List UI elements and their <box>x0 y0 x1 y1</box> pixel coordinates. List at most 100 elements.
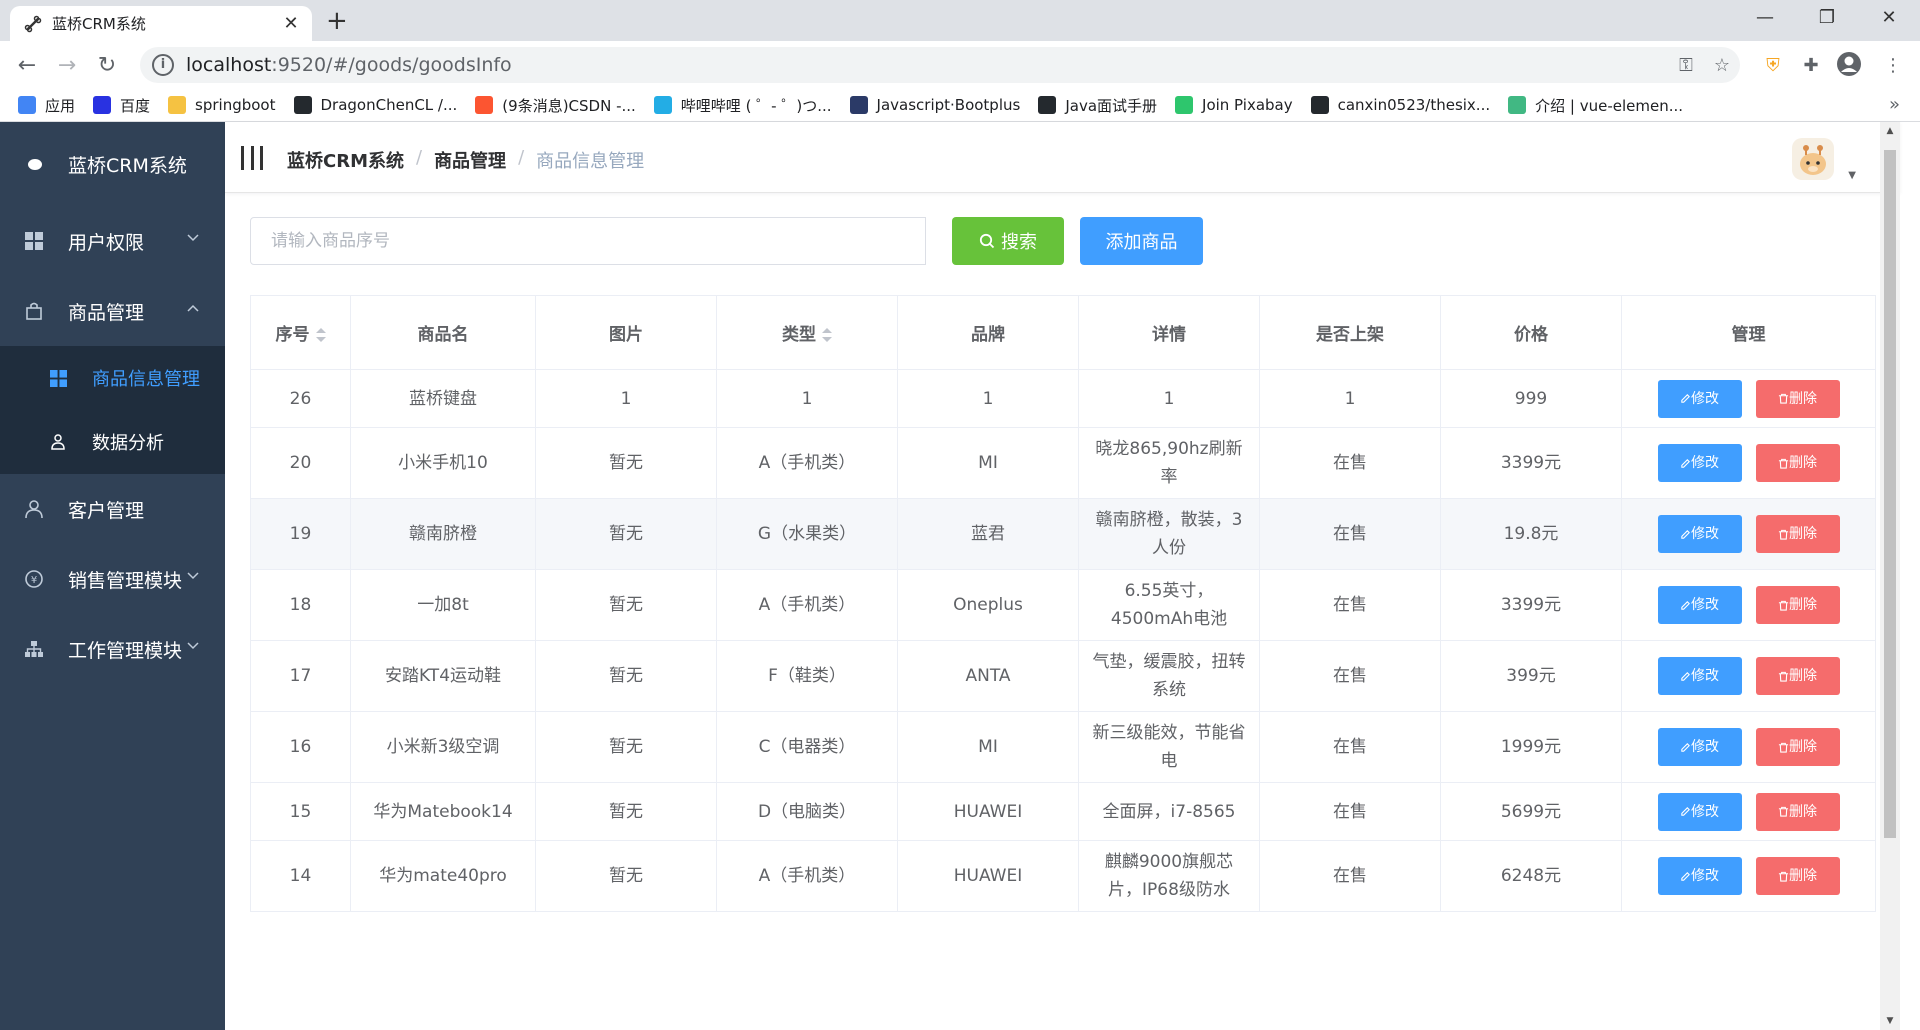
sidebar-item-work[interactable]: 工作管理模块 <box>0 614 225 684</box>
sidebar-logo[interactable]: 蓝桥CRM系统 <box>0 122 225 206</box>
bookmark-item[interactable]: 介绍 | vue-elemen... <box>1508 95 1683 116</box>
cell-detail: 晓龙865,90hz刷新率 <box>1078 427 1260 499</box>
edit-label: 修改 <box>1691 455 1719 471</box>
bookmark-item[interactable]: Join Pixabay <box>1175 96 1293 114</box>
cell-status: 在售 <box>1259 840 1441 912</box>
apps-grid-icon <box>18 96 36 114</box>
column-header-type[interactable]: 类型 <box>716 295 898 370</box>
window-controls: — ❐ ✕ <box>1734 0 1920 36</box>
delete-label: 删除 <box>1789 455 1817 471</box>
top-navbar: 蓝桥CRM系统 / 商品管理 / 商品信息管理 ▼ <box>225 122 1900 193</box>
address-bar[interactable]: i localhost:9520/#/goods/goodsInfo ⚿ ☆ <box>140 47 1740 83</box>
edit-button[interactable]: 修改 <box>1657 857 1742 895</box>
edit-button[interactable]: 修改 <box>1657 728 1742 766</box>
sort-icon[interactable] <box>315 328 326 342</box>
sidebar-item-customer[interactable]: 客户管理 <box>0 474 225 544</box>
scroll-down-icon[interactable]: ▼ <box>1880 1016 1900 1026</box>
pixabay-icon <box>1175 96 1194 114</box>
bookmark-item[interactable]: 百度 <box>93 95 150 116</box>
bookmark-item[interactable]: (9条消息)CSDN -... <box>475 95 636 116</box>
cell-detail: 新三级能效，节能省电 <box>1078 711 1260 783</box>
bookmark-label: 介绍 | vue-elemen... <box>1535 96 1684 115</box>
delete-button[interactable]: 删除 <box>1755 586 1840 624</box>
sidebar-item-sales[interactable]: ¥ 销售管理模块 <box>0 544 225 614</box>
tab-close-icon[interactable]: ✕ <box>278 13 304 34</box>
reload-icon[interactable]: ↻ <box>92 51 122 81</box>
extension-shield-icon[interactable]: ⛨ <box>1758 51 1788 81</box>
sidebar-item-goods-info[interactable]: 商品信息管理 <box>0 346 225 410</box>
scrollbar-thumb[interactable] <box>1884 150 1896 838</box>
bookmark-item[interactable]: DragonChenCL /... <box>293 96 457 114</box>
cell-brand: HUAWEI <box>897 782 1079 841</box>
edit-button[interactable]: 修改 <box>1657 444 1742 482</box>
page-scrollbar[interactable]: ▲ ▼ <box>1880 122 1900 1030</box>
search-button[interactable]: 搜索 <box>952 217 1064 265</box>
edit-button[interactable]: 修改 <box>1657 657 1742 695</box>
browser-toolbar: ← → ↻ i localhost:9520/#/goods/goodsInfo… <box>0 41 1920 89</box>
bookmarks-more-icon[interactable]: » <box>1889 94 1900 115</box>
edit-button[interactable]: 修改 <box>1657 379 1742 418</box>
bookmark-item[interactable]: 应用 <box>18 95 75 116</box>
hamburger-icon[interactable] <box>241 146 263 170</box>
puzzle-extensions-icon[interactable]: ✚ <box>1796 51 1826 81</box>
delete-button[interactable]: 删除 <box>1755 792 1840 831</box>
delete-label: 删除 <box>1789 390 1817 407</box>
avatar[interactable] <box>1792 138 1834 180</box>
restore-icon[interactable]: ❐ <box>1796 0 1858 36</box>
minimize-icon[interactable]: — <box>1734 0 1796 36</box>
column-header-id[interactable]: 序号 <box>250 295 351 370</box>
url-text[interactable]: localhost:9520/#/goods/goodsInfo <box>186 54 1668 76</box>
back-arrow-icon[interactable]: ← <box>12 51 42 81</box>
edit-button[interactable]: 修改 <box>1657 792 1742 831</box>
breadcrumb-home[interactable]: 蓝桥CRM系统 <box>287 147 404 173</box>
delete-button[interactable]: 删除 <box>1755 515 1840 553</box>
search-input[interactable] <box>250 217 926 265</box>
sidebar-item-goods[interactable]: 商品管理 <box>0 276 225 346</box>
cell-name: 华为Matebook14 <box>350 782 536 841</box>
bookmark-item[interactable]: 哔哩哔哩 ( ゜- ゜)つ... <box>653 95 832 116</box>
more-menu-icon[interactable]: ⋮ <box>1878 51 1908 81</box>
trash-icon <box>1778 806 1789 817</box>
bookmark-item[interactable]: Java面试手册 <box>1038 95 1157 116</box>
edit-button[interactable]: 修改 <box>1657 515 1742 553</box>
cell-type: A（手机类） <box>716 569 898 641</box>
edit-button[interactable]: 修改 <box>1657 586 1742 624</box>
add-goods-button[interactable]: 添加商品 <box>1080 217 1203 265</box>
bookmark-item[interactable]: Javascript·Bootplus <box>849 96 1020 114</box>
sort-icon[interactable] <box>822 328 832 342</box>
cell-detail: 全面屏，i7-8565 <box>1078 782 1260 841</box>
sidebar-item-user-permission[interactable]: 用户权限 <box>0 206 225 276</box>
scroll-up-icon[interactable]: ▲ <box>1880 126 1900 136</box>
delete-button[interactable]: 删除 <box>1755 857 1840 895</box>
bookmark-item[interactable]: springboot <box>168 96 276 114</box>
breadcrumb-separator: / <box>415 147 423 168</box>
window-close-icon[interactable]: ✕ <box>1858 0 1920 36</box>
new-tab-icon[interactable]: + <box>326 6 348 36</box>
bookmarks-bar: 应用 百度 springboot DragonChenCL /... (9条消息)CSD… <box>0 89 1920 122</box>
svg-text:¥: ¥ <box>31 575 37 586</box>
star-icon[interactable]: ☆ <box>1704 55 1740 76</box>
column-header-image: 图片 <box>535 295 717 370</box>
chevron-down-icon <box>187 569 199 583</box>
browser-tab[interactable]: 蓝桥CRM系统 ✕ <box>10 6 312 41</box>
site-info-icon[interactable]: i <box>152 54 174 76</box>
delete-button[interactable]: 删除 <box>1755 379 1840 418</box>
cell-actions: 修改 删除 <box>1621 498 1876 570</box>
table-row: 26 蓝桥键盘 1 1 1 1 1 999 修改 删除 <box>250 369 1876 428</box>
sidebar-item-data-analysis[interactable]: 数据分析 <box>0 410 225 474</box>
delete-button[interactable]: 删除 <box>1755 728 1840 766</box>
delete-label: 删除 <box>1789 526 1817 542</box>
delete-button[interactable]: 删除 <box>1755 444 1840 482</box>
edit-label: 修改 <box>1691 597 1719 613</box>
bookmark-item[interactable]: canxin0523/thesix... <box>1310 96 1490 114</box>
profile-icon[interactable] <box>1834 51 1864 81</box>
delete-button[interactable]: 删除 <box>1755 657 1840 695</box>
cell-image: 暂无 <box>535 840 717 912</box>
key-icon[interactable]: ⚿ <box>1668 55 1704 76</box>
cell-brand: Oneplus <box>897 569 1079 641</box>
caret-down-icon[interactable]: ▼ <box>1848 170 1856 181</box>
bag-icon <box>24 301 44 321</box>
edit-icon <box>1681 742 1690 752</box>
forward-arrow-icon[interactable]: → <box>52 51 82 81</box>
breadcrumb-goods[interactable]: 商品管理 <box>434 147 506 173</box>
